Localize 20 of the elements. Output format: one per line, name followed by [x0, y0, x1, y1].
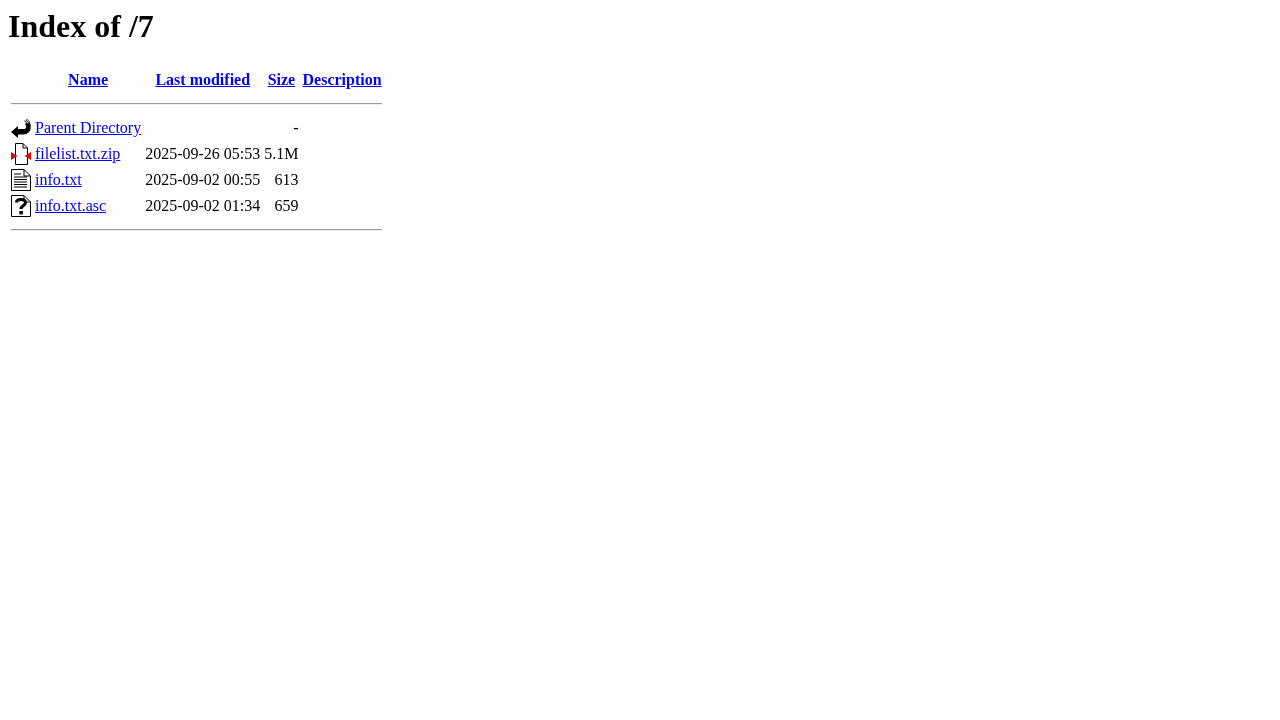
file-link[interactable]: filelist.txt.zip	[35, 145, 121, 162]
file-size: 5.1M	[264, 145, 299, 162]
modified-date: 2025-09-02 01:34	[145, 197, 261, 214]
file-size: 659	[274, 197, 299, 214]
column-sort-link[interactable]: Description	[302, 71, 382, 88]
page-title: Index of /7	[8, 8, 154, 45]
modified-date: 2025-09-02 00:55	[145, 171, 261, 188]
column-sort-link[interactable]: Last modified	[155, 71, 251, 88]
file-link[interactable]: info.txt.asc	[35, 197, 107, 214]
column-sort-link[interactable]: Size	[267, 71, 296, 88]
text-document-icon	[11, 169, 31, 191]
modified-date: 2025-09-26 05:53	[145, 145, 261, 162]
back-arrow-icon	[11, 117, 31, 139]
file-size: -	[293, 119, 299, 136]
compressed-file-icon	[11, 143, 31, 165]
file-size: 613	[274, 171, 299, 188]
file-link[interactable]: info.txt	[35, 171, 82, 188]
question-document-icon	[11, 195, 31, 217]
column-sort-link[interactable]: Name	[68, 71, 109, 88]
file-link[interactable]: Parent Directory	[35, 119, 142, 136]
